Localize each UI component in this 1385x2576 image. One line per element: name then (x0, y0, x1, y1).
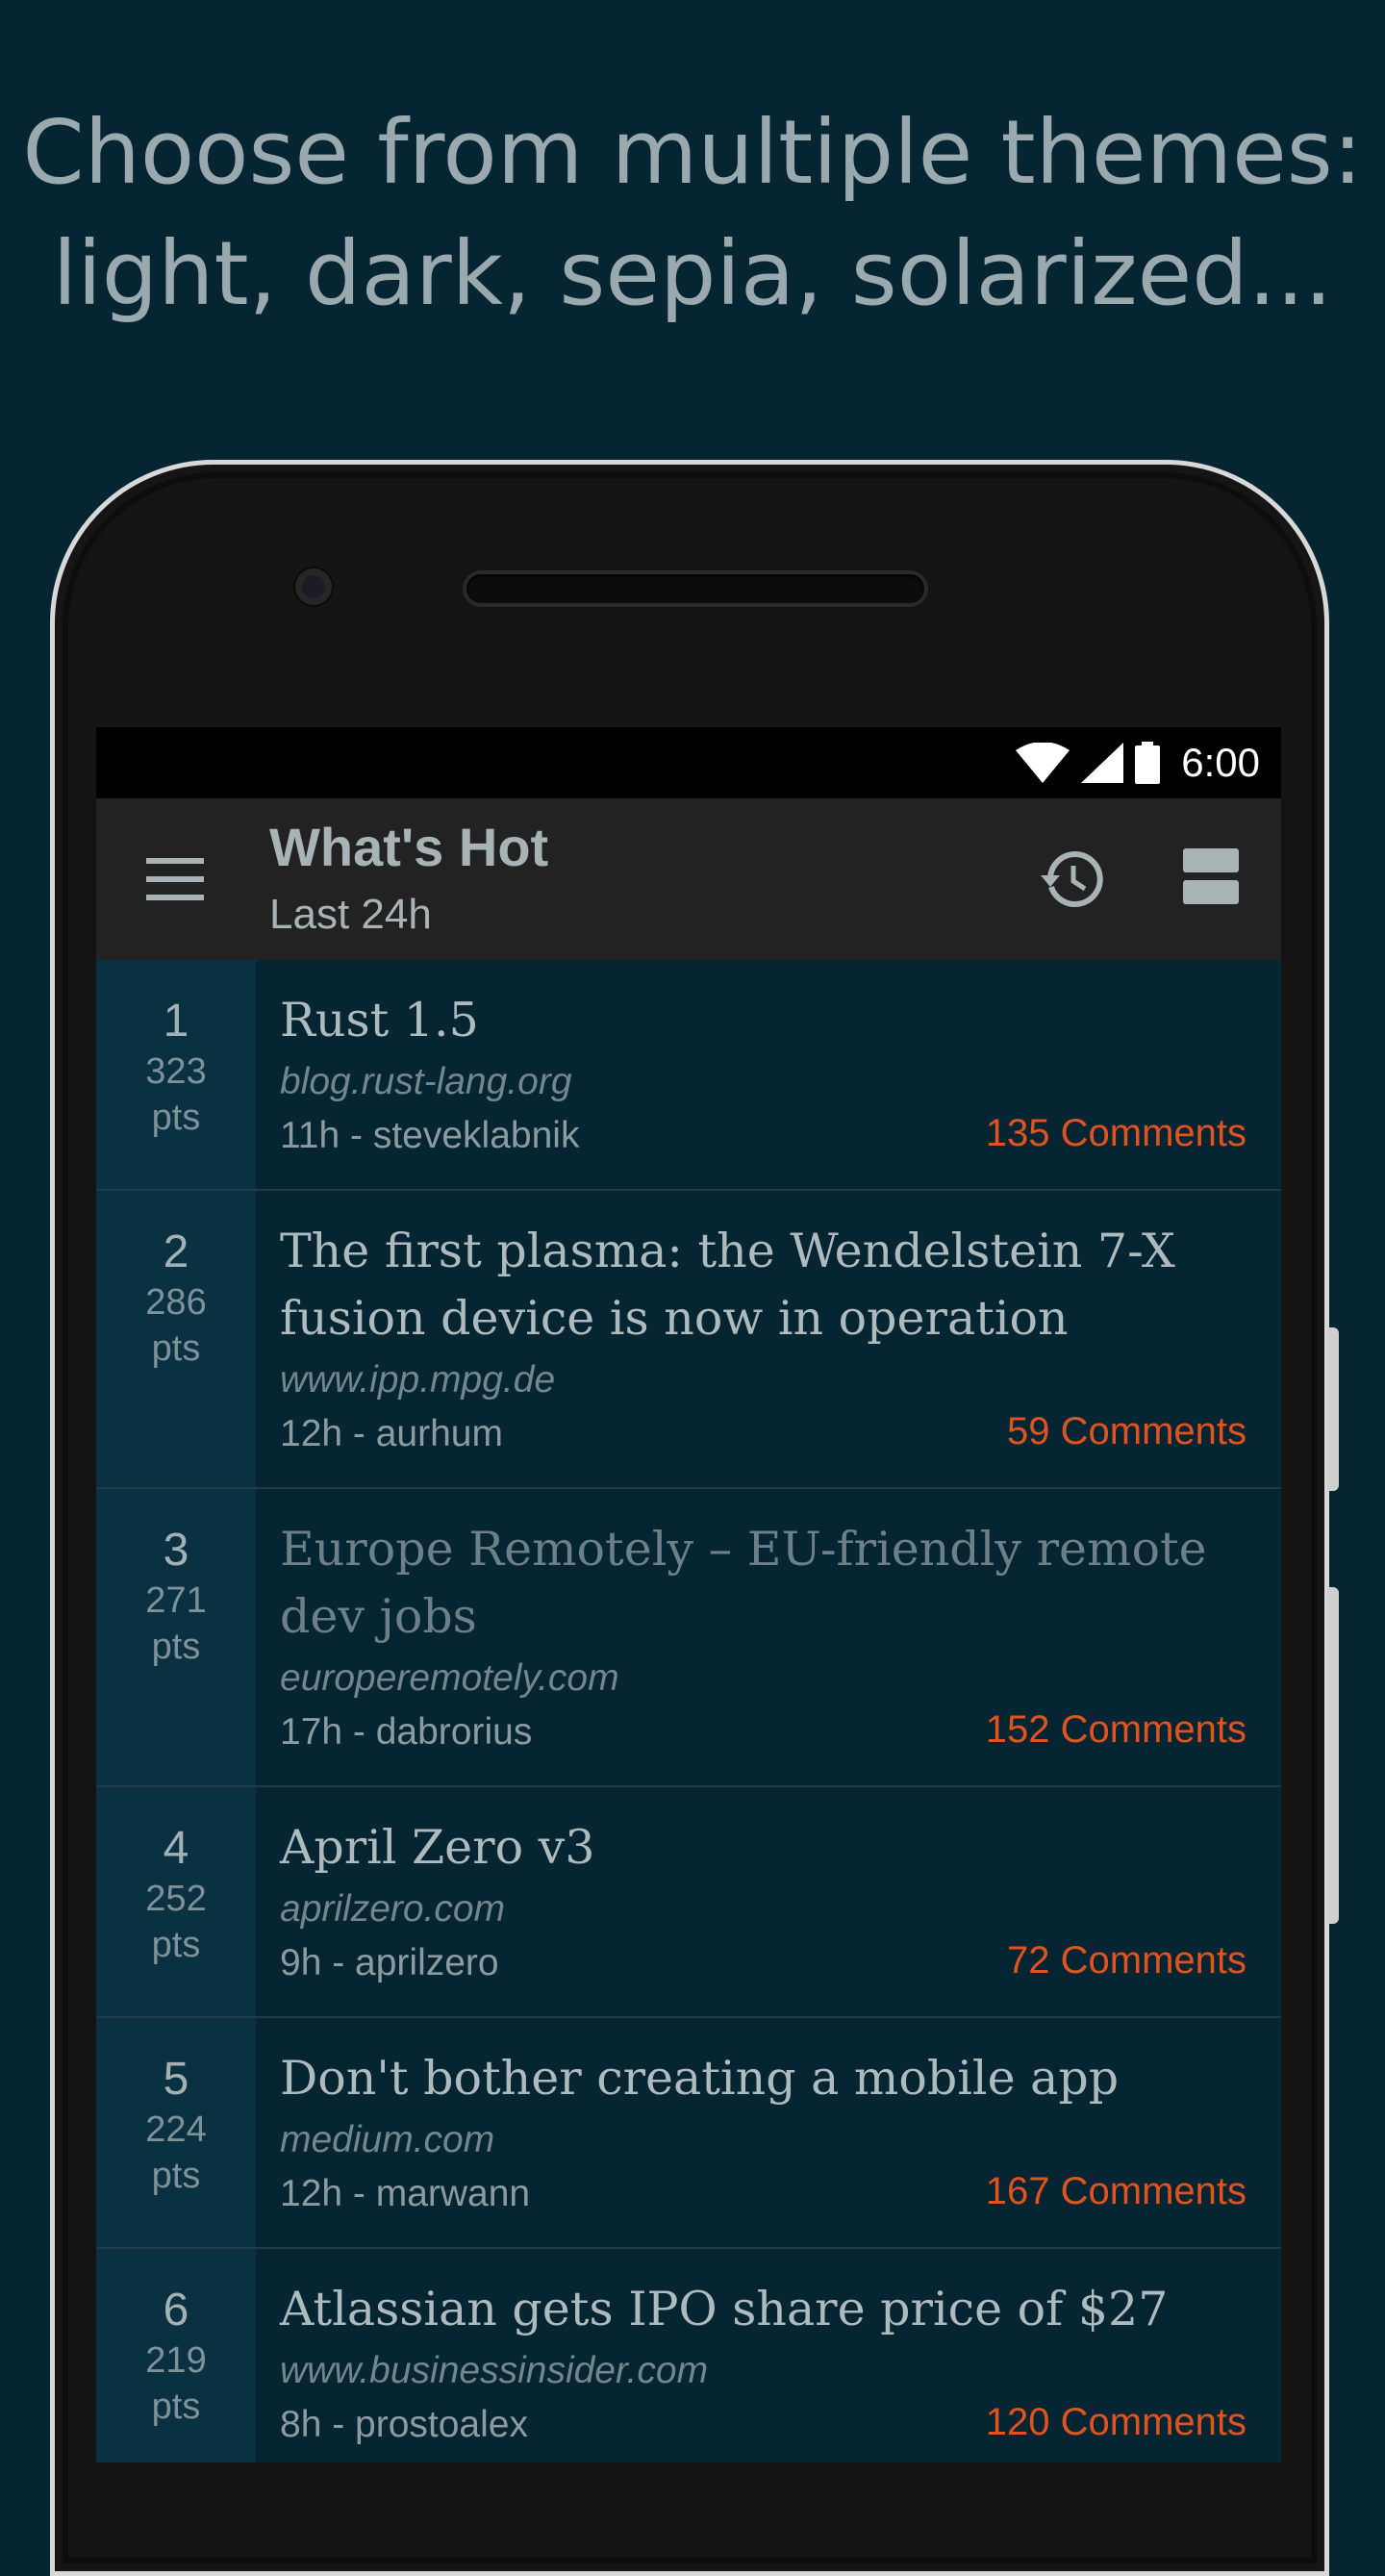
story-title-line[interactable]: Rust 1.5 (280, 987, 1246, 1054)
story-rank: 6 (163, 2285, 189, 2336)
story-title-line[interactable]: dev jobs (280, 1583, 1246, 1651)
promo-line-1: Choose from multiple themes: (22, 101, 1363, 204)
story-content: Don't bother creating a mobile app medium… (256, 2018, 1281, 2247)
story-content: April Zero v3 aprilzero.com 9h - aprilzero… (256, 1787, 1281, 2016)
story-row[interactable]: 2 286 pts The first plasma: the Wendelstein… (96, 1191, 1281, 1489)
story-points: 286 (145, 1282, 207, 1323)
rank-column: 4 252 pts (96, 1787, 256, 2016)
power-button (1327, 1327, 1339, 1491)
story-rank: 3 (163, 1525, 189, 1576)
story-title[interactable]: Europe Remotely – EU-friendly remote dev … (280, 1516, 1246, 1651)
story-rank: 5 (163, 2054, 189, 2105)
points-label: pts (151, 1098, 201, 1138)
cell-signal-icon (1081, 743, 1124, 783)
story-title[interactable]: Rust 1.5 (280, 987, 1246, 1054)
front-camera-icon (295, 568, 332, 605)
points-label: pts (151, 2156, 201, 2196)
points-label: pts (151, 1627, 201, 1667)
story-content: Atlassian gets IPO share price of $27 www… (256, 2249, 1281, 2462)
story-row[interactable]: 6 219 pts Atlassian gets IPO share price of… (96, 2249, 1281, 2462)
story-title[interactable]: Atlassian gets IPO share price of $27 (280, 2276, 1246, 2343)
story-points: 224 (145, 2109, 207, 2150)
view-layout-icon[interactable] (1183, 848, 1239, 904)
story-domain: www.ipp.mpg.de (280, 1359, 556, 1401)
story-rank: 1 (163, 996, 189, 1047)
story-points: 323 (145, 1051, 207, 1092)
comments-link[interactable]: 135 Comments (986, 1112, 1246, 1155)
story-row[interactable]: 3 271 pts Europe Remotely – EU-friendly rem… (96, 1489, 1281, 1787)
points-label: pts (151, 1925, 201, 1965)
story-points: 252 (145, 1879, 207, 1919)
story-title-line[interactable]: Atlassian gets IPO share price of $27 (280, 2276, 1246, 2343)
story-title-line[interactable]: The first plasma: the Wendelstein 7-X (280, 1218, 1246, 1285)
comments-link[interactable]: 59 Comments (1007, 1410, 1246, 1453)
story-title-line[interactable]: fusion device is now in operation (280, 1285, 1246, 1352)
rank-column: 1 323 pts (96, 960, 256, 1189)
story-list: 1 323 pts Rust 1.5 blog.rust-lang.org 11h - s… (96, 960, 1281, 2462)
battery-icon (1135, 742, 1161, 784)
story-title-line[interactable]: Don't bother creating a mobile app (280, 2045, 1246, 2112)
promo-headline: Choose from multiple themes: light, dark… (0, 92, 1385, 335)
story-rank: 2 (163, 1226, 189, 1277)
story-domain: blog.rust-lang.org (280, 1061, 572, 1102)
story-domain: aprilzero.com (280, 1888, 506, 1930)
story-title-line[interactable]: April Zero v3 (280, 1814, 1246, 1881)
story-content: Rust 1.5 blog.rust-lang.org 11h - stevekla… (256, 960, 1281, 1189)
story-content: The first plasma: the Wendelstein 7-X fus… (256, 1191, 1281, 1487)
story-domain: europeremotely.com (280, 1657, 619, 1699)
story-points: 271 (145, 1580, 207, 1621)
story-title[interactable]: Don't bother creating a mobile app (280, 2045, 1246, 2112)
comments-link[interactable]: 152 Comments (986, 1708, 1246, 1752)
page-subtitle: Last 24h (269, 891, 432, 938)
comments-link[interactable]: 120 Comments (986, 2401, 1246, 2444)
story-points: 219 (145, 2340, 207, 2381)
story-domain: www.businessinsider.com (280, 2350, 709, 2391)
phone-screen: 6:00 What's Hot Last 24h 1 323 pts Rust 1.5… (96, 727, 1281, 2462)
story-domain: medium.com (280, 2119, 495, 2160)
history-icon[interactable] (1039, 846, 1104, 912)
status-bar: 6:00 (96, 727, 1281, 798)
page-title: What's Hot (269, 817, 549, 877)
volume-button (1327, 1587, 1339, 1924)
promo-line-2: light, dark, sepia, solarized... (52, 222, 1333, 325)
rank-column: 6 219 pts (96, 2249, 256, 2462)
story-row[interactable]: 5 224 pts Don't bother creating a mobile ap… (96, 2018, 1281, 2249)
rank-column: 2 286 pts (96, 1191, 256, 1487)
points-label: pts (151, 1328, 201, 1369)
story-title-line[interactable]: Europe Remotely – EU-friendly remote (280, 1516, 1246, 1583)
status-time: 6:00 (1181, 740, 1260, 785)
points-label: pts (151, 2387, 201, 2427)
story-rank: 4 (163, 1823, 189, 1874)
rank-column: 5 224 pts (96, 2018, 256, 2247)
story-row[interactable]: 1 323 pts Rust 1.5 blog.rust-lang.org 11h - s… (96, 960, 1281, 1191)
comments-link[interactable]: 72 Comments (1007, 1939, 1246, 1983)
story-title[interactable]: The first plasma: the Wendelstein 7-X fus… (280, 1218, 1246, 1352)
story-title[interactable]: April Zero v3 (280, 1814, 1246, 1881)
comments-link[interactable]: 167 Comments (986, 2170, 1246, 2213)
rank-column: 3 271 pts (96, 1489, 256, 1785)
earpiece-speaker (466, 574, 924, 603)
hamburger-menu-icon[interactable] (146, 852, 204, 906)
story-row[interactable]: 4 252 pts April Zero v3 aprilzero.com 9h - ap… (96, 1787, 1281, 2018)
wifi-icon (1016, 743, 1070, 783)
story-content: Europe Remotely – EU-friendly remote dev … (256, 1489, 1281, 1785)
app-bar: What's Hot Last 24h (96, 798, 1281, 960)
